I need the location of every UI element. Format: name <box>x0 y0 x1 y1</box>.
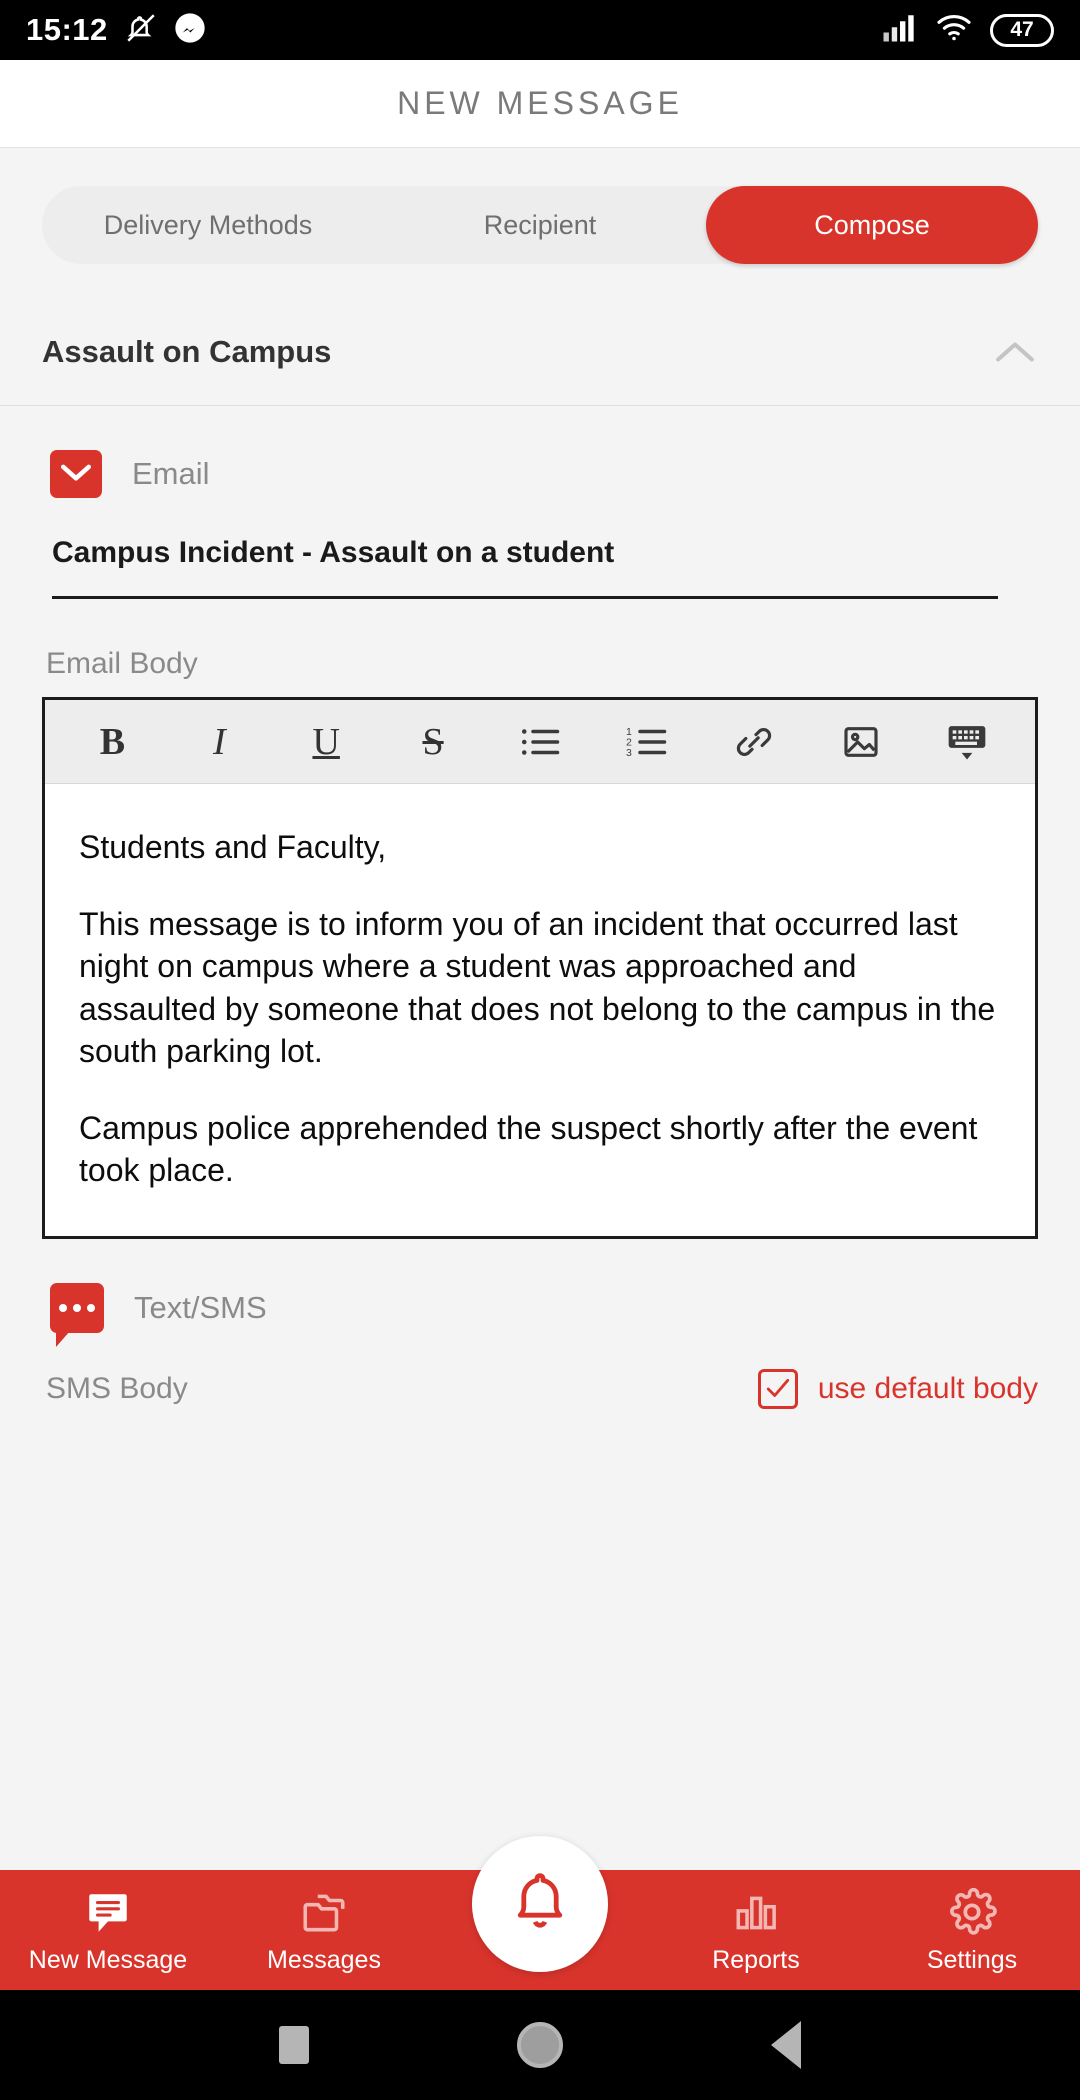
wifi-icon <box>936 14 972 47</box>
editor-toolbar: B I U S 1 2 3 <box>45 700 1035 784</box>
message-section-header[interactable]: Assault on Campus <box>0 298 1080 406</box>
sms-icon <box>50 1283 104 1347</box>
numbered-list-icon[interactable]: 1 2 3 <box>616 711 678 773</box>
strikethrough-glyph: S <box>422 720 444 763</box>
email-channel-label: Email <box>132 456 210 491</box>
chevron-up-icon[interactable] <box>992 337 1038 367</box>
email-body-text[interactable]: Students and Faculty, This message is to… <box>45 784 1035 1236</box>
settings-gear-icon <box>946 1886 998 1938</box>
compose-content: Email Campus Incident - Assault on a stu… <box>0 406 1080 1409</box>
italic-glyph: I <box>212 720 226 763</box>
tab-recipient[interactable]: Recipient <box>374 186 706 264</box>
email-subject-field[interactable]: Campus Incident - Assault on a student <box>0 508 1080 599</box>
status-bar: 15:12 47 <box>0 0 1080 60</box>
email-subject-value[interactable]: Campus Incident - Assault on a student <box>52 536 998 599</box>
circle-home-icon[interactable] <box>517 2022 563 2068</box>
alert-fab-button[interactable] <box>472 1836 608 1972</box>
status-bar-left: 15:12 <box>26 11 206 50</box>
use-default-body-label: use default body <box>817 1372 1038 1405</box>
sms-body-row: SMS Body use default body <box>0 1343 1080 1409</box>
image-icon[interactable] <box>830 711 892 773</box>
nav-item-settings[interactable]: Settings <box>864 1886 1080 1975</box>
email-body-editor[interactable]: B I U S 1 2 3 Students and Faculty, This… <box>42 697 1038 1239</box>
nav-label-messages: Messages <box>267 1945 381 1974</box>
new-message-icon <box>83 1886 133 1938</box>
nav-label-reports: Reports <box>712 1945 800 1974</box>
tabs-container: Delivery Methods Recipient Compose <box>0 148 1080 298</box>
email-body-paragraph: Campus police apprehended the suspect sh… <box>79 1109 978 1189</box>
bold-glyph: B <box>99 720 126 763</box>
status-bar-right: 47 <box>882 13 1054 48</box>
bold-icon[interactable]: B <box>81 711 143 773</box>
app-bar: NEW MESSAGE <box>0 60 1080 148</box>
bell-icon <box>504 1866 576 1943</box>
sms-channel-label: Text/SMS <box>134 1290 267 1325</box>
italic-icon[interactable]: I <box>188 711 250 773</box>
bullet-list-icon[interactable] <box>509 711 571 773</box>
email-icon <box>50 450 102 498</box>
segmented-tabs: Delivery Methods Recipient Compose <box>42 186 1038 264</box>
sms-channel-row: Text/SMS <box>0 1239 1080 1347</box>
bell-muted-icon <box>124 11 158 50</box>
tab-compose[interactable]: Compose <box>706 186 1038 264</box>
email-body-paragraph: This message is to inform you of an inci… <box>79 905 996 1070</box>
page-title: NEW MESSAGE <box>397 85 683 121</box>
phone-screen: 15:12 47 NEW MESSAGE Delivery Methods Re… <box>0 0 1080 2100</box>
android-navigation-bar <box>0 1990 1080 2100</box>
email-channel-row: Email <box>0 406 1080 508</box>
svg-text:3: 3 <box>626 747 632 759</box>
signal-icon <box>882 13 918 48</box>
message-title: Assault on Campus <box>42 333 332 369</box>
reports-bar-chart-icon <box>731 1886 781 1938</box>
underline-icon[interactable]: U <box>295 711 357 773</box>
messages-folder-icon <box>299 1886 349 1938</box>
square-recents-icon[interactable] <box>279 2026 309 2064</box>
underline-glyph: U <box>312 720 340 763</box>
email-body-paragraph: Students and Faculty, <box>79 829 387 865</box>
email-body-label: Email Body <box>46 647 198 680</box>
triangle-back-icon[interactable] <box>771 2021 801 2069</box>
nav-item-new-message[interactable]: New Message <box>0 1886 216 1975</box>
battery-indicator: 47 <box>990 13 1054 47</box>
use-default-body-checkbox[interactable]: use default body <box>757 1369 1038 1409</box>
sms-body-label: SMS Body <box>46 1372 188 1405</box>
sms-dots <box>59 1304 95 1312</box>
nav-item-messages[interactable]: Messages <box>216 1886 432 1975</box>
status-time: 15:12 <box>26 12 108 47</box>
link-icon[interactable] <box>723 711 785 773</box>
nav-label-settings: Settings <box>926 1945 1018 1974</box>
tab-delivery-methods[interactable]: Delivery Methods <box>42 186 374 264</box>
checkbox-checked-icon[interactable] <box>757 1369 798 1409</box>
strikethrough-icon[interactable]: S <box>402 711 464 773</box>
nav-item-reports[interactable]: Reports <box>648 1886 864 1975</box>
keyboard-hide-icon[interactable] <box>936 711 998 773</box>
nav-label-new-message: New Message <box>28 1945 188 1974</box>
messenger-icon <box>174 12 206 49</box>
